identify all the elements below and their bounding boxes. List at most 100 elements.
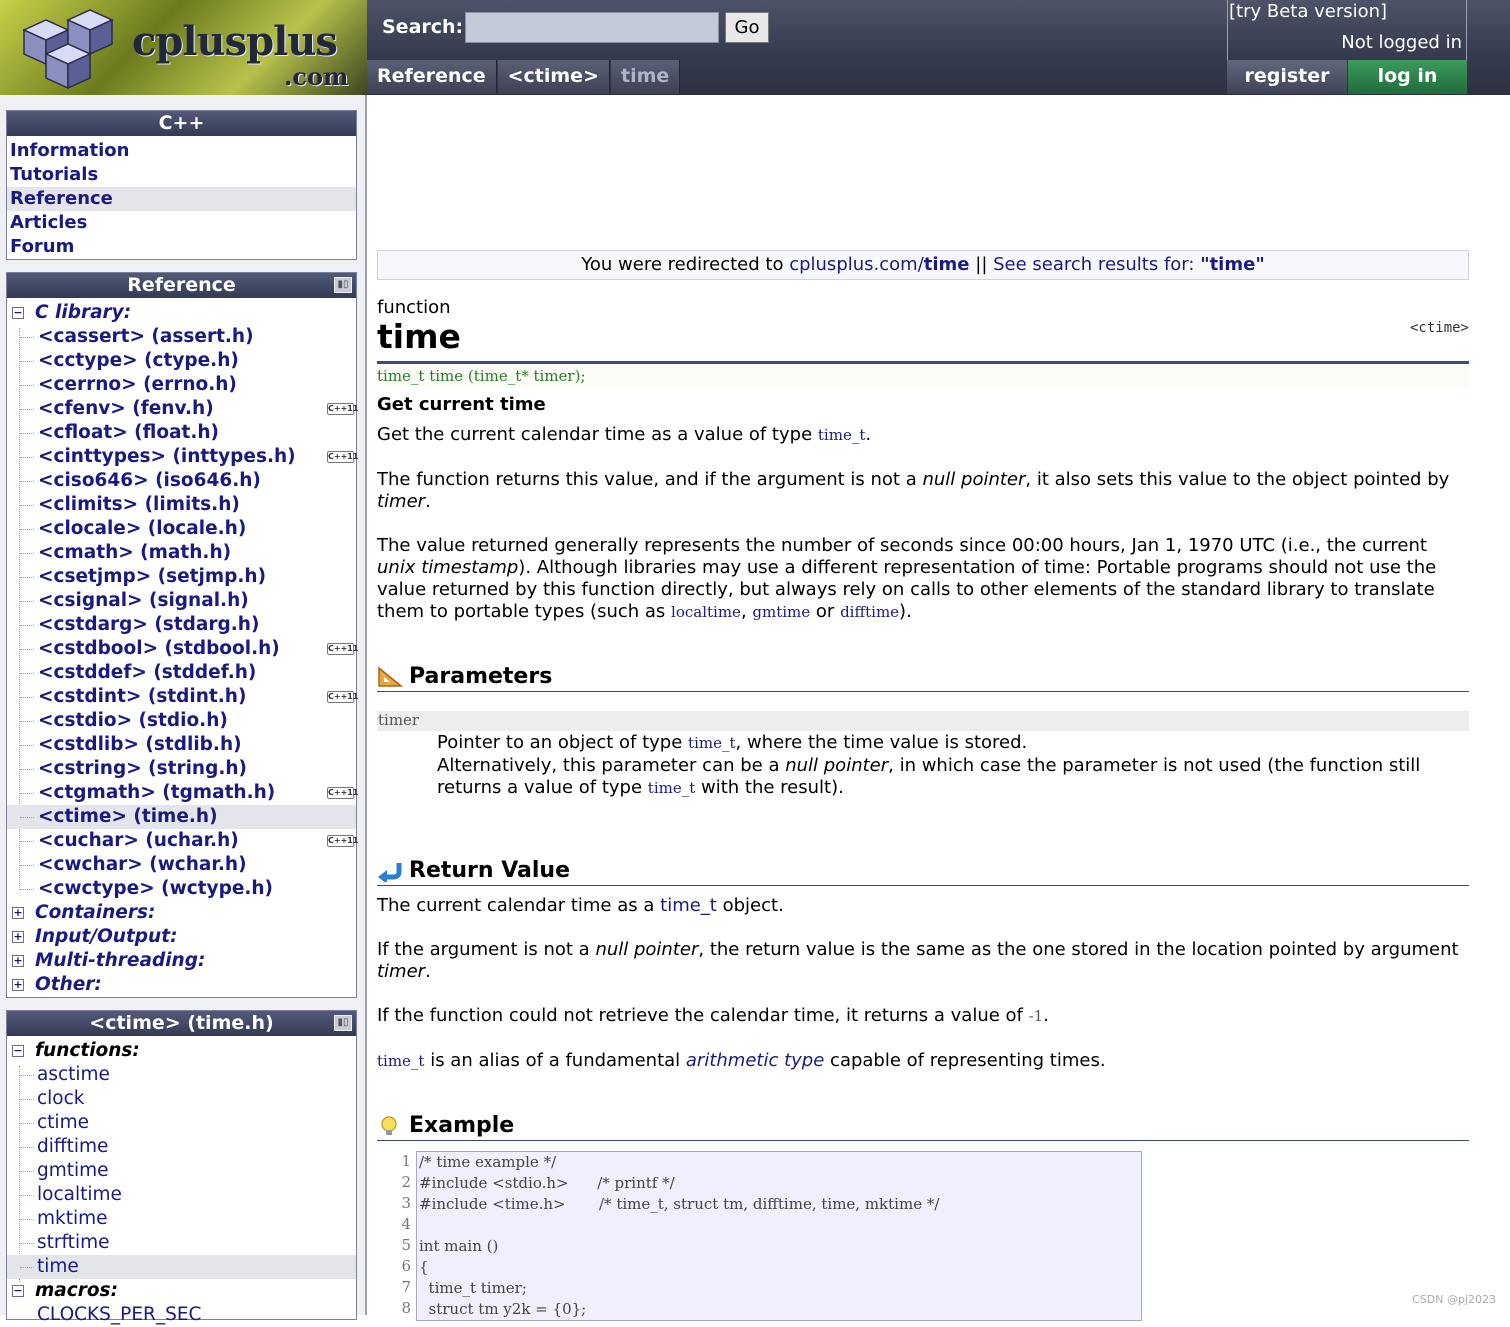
line-number: 1 xyxy=(377,1151,411,1172)
nav-information[interactable]: Information xyxy=(7,139,356,163)
header-label: <cstdlib> (stdlib.h) xyxy=(7,734,242,755)
category-macros[interactable]: − macros: xyxy=(7,1279,356,1303)
login-button[interactable]: log in xyxy=(1348,60,1467,94)
header-item[interactable]: <cstdint> (stdint.h)C++11 xyxy=(7,685,356,709)
tree-connector xyxy=(20,577,34,578)
redirect-site: cplusplus.com/ xyxy=(789,254,924,275)
collapse-icon[interactable]: − xyxy=(12,1045,24,1057)
header-label: <cstdint> (stdint.h) xyxy=(7,686,246,707)
header-label: <cmath> (math.h) xyxy=(7,542,231,563)
code-time-t[interactable]: time_t xyxy=(377,1052,424,1070)
expand-icon[interactable]: + xyxy=(12,955,24,967)
macro-item[interactable]: CLOCKS_PER_SEC xyxy=(7,1303,356,1327)
function-item[interactable]: ctime xyxy=(7,1111,356,1135)
header-item[interactable]: <cstdio> (stdio.h) xyxy=(7,709,356,733)
code-time-t[interactable]: time_t xyxy=(818,426,865,444)
page-title: time xyxy=(377,317,461,356)
text: capable of representing times. xyxy=(830,1050,1106,1071)
line-number: 6 xyxy=(377,1256,411,1277)
function-prototype: time_t time (time_t* timer); xyxy=(377,366,1469,386)
function-item[interactable]: gmtime xyxy=(7,1159,356,1183)
redirect-notice: You were redirected to cplusplus.com/tim… xyxy=(377,250,1469,280)
category-item[interactable]: +Containers: xyxy=(7,901,356,925)
code-time-t[interactable]: time_t xyxy=(648,779,695,797)
header-item[interactable]: <cfloat> (float.h) xyxy=(7,421,356,445)
nav-articles[interactable]: Articles xyxy=(7,211,356,235)
example-section-header: Example xyxy=(377,1113,1469,1141)
time-t-link[interactable]: time_t xyxy=(660,895,717,916)
header-item[interactable]: <cwctype> (wctype.h) xyxy=(7,877,356,901)
category-item[interactable]: +Input/Output: xyxy=(7,925,356,949)
category-item[interactable]: +Multi-threading: xyxy=(7,949,356,973)
function-item[interactable]: mktime xyxy=(7,1207,356,1231)
header-item[interactable]: <cstddef> (stddef.h) xyxy=(7,661,356,685)
header-tag[interactable]: <ctime> xyxy=(1410,320,1469,336)
function-item[interactable]: difftime xyxy=(7,1135,356,1159)
header-item[interactable]: <ctgmath> (tgmath.h)C++11 xyxy=(7,781,356,805)
function-item[interactable]: asctime xyxy=(7,1063,356,1087)
header-item[interactable]: <ciso646> (iso646.h) xyxy=(7,469,356,493)
header-item[interactable]: <csignal> (signal.h) xyxy=(7,589,356,613)
header-item[interactable]: <cmath> (math.h) xyxy=(7,541,356,565)
code-difftime[interactable]: difftime xyxy=(840,603,899,621)
go-button[interactable]: Go xyxy=(725,12,769,43)
book-icon[interactable]: ▮▯ xyxy=(334,1015,352,1031)
collapse-icon[interactable]: − xyxy=(12,307,24,319)
header-item[interactable]: <cstring> (string.h) xyxy=(7,757,356,781)
function-item[interactable]: time xyxy=(7,1255,356,1279)
text: with the result). xyxy=(701,777,844,798)
nav-forum[interactable]: Forum xyxy=(7,235,356,259)
header-item[interactable]: <climits> (limits.h) xyxy=(7,493,356,517)
site-logo[interactable]: cplusplus .com xyxy=(0,0,367,95)
breadcrumb-reference[interactable]: Reference xyxy=(367,60,497,94)
nav-reference[interactable]: Reference xyxy=(7,187,356,211)
category-label: Multi-threading: xyxy=(7,950,205,971)
search-results-link[interactable]: See search results for: "time" xyxy=(993,254,1265,275)
tree-connector xyxy=(20,337,34,338)
book-icon[interactable]: ▮▯ xyxy=(334,277,352,293)
category-functions[interactable]: − functions: xyxy=(7,1039,356,1063)
header-item[interactable]: <cuchar> (uchar.h)C++11 xyxy=(7,829,356,853)
header-item[interactable]: <cfenv> (fenv.h)C++11 xyxy=(7,397,356,421)
header-item[interactable]: <cctype> (ctype.h) xyxy=(7,349,356,373)
collapse-icon[interactable]: − xyxy=(12,1285,24,1297)
arithmetic-type-link[interactable]: arithmetic type xyxy=(686,1050,824,1071)
register-button[interactable]: register xyxy=(1227,60,1347,94)
header-item[interactable]: <ctime> (time.h) xyxy=(7,805,356,829)
expand-icon[interactable]: + xyxy=(12,979,24,991)
description-paragraph-3: The value returned generally represents … xyxy=(377,535,1469,623)
expand-icon[interactable]: + xyxy=(12,907,24,919)
cpp11-badge: C++11 xyxy=(327,643,354,655)
header-item[interactable]: <cwchar> (wchar.h) xyxy=(7,853,356,877)
function-item[interactable]: strftime xyxy=(7,1231,356,1255)
header-item[interactable]: <cstdlib> (stdlib.h) xyxy=(7,733,356,757)
redirect-link[interactable]: cplusplus.com/time xyxy=(789,254,969,275)
function-item[interactable]: clock xyxy=(7,1087,356,1111)
header-item[interactable]: <clocale> (locale.h) xyxy=(7,517,356,541)
text: The value returned generally represents … xyxy=(377,535,1427,556)
header-label: <ciso646> (iso646.h) xyxy=(7,470,261,491)
tree-connector xyxy=(20,1099,34,1100)
try-beta-link[interactable]: [try Beta version] xyxy=(1229,1,1387,22)
header-item[interactable]: <cstdbool> (stdbool.h)C++11 xyxy=(7,637,356,661)
example-code-block[interactable]: 12345678 /* time example */#include <std… xyxy=(377,1151,1142,1321)
ctime-nav-title-text: <ctime> (time.h) xyxy=(89,1012,273,1034)
category-c-library[interactable]: − C library: xyxy=(7,301,356,325)
header-item[interactable]: <csetjmp> (setjmp.h) xyxy=(7,565,356,589)
header-item[interactable]: <cerrno> (errno.h) xyxy=(7,373,356,397)
header-item[interactable]: <cstdarg> (stdarg.h) xyxy=(7,613,356,637)
code-localtime[interactable]: localtime xyxy=(671,603,741,621)
function-item[interactable]: localtime xyxy=(7,1183,356,1207)
nav-tutorials[interactable]: Tutorials xyxy=(7,163,356,187)
code-time-t[interactable]: time_t xyxy=(688,734,735,752)
search-input[interactable] xyxy=(465,12,719,43)
category-item[interactable]: +Other: xyxy=(7,973,356,997)
code-area[interactable]: /* time example */#include <stdio.h> /* … xyxy=(416,1151,1142,1321)
expand-icon[interactable]: + xyxy=(12,931,24,943)
header-item[interactable]: <cassert> (assert.h) xyxy=(7,325,356,349)
code-gmtime[interactable]: gmtime xyxy=(752,603,810,621)
tree-connector xyxy=(20,433,34,434)
header-item[interactable]: <cinttypes> (inttypes.h)C++11 xyxy=(7,445,356,469)
header-label: <ctgmath> (tgmath.h) xyxy=(7,782,275,803)
breadcrumb-ctime[interactable]: <ctime> xyxy=(498,60,610,94)
